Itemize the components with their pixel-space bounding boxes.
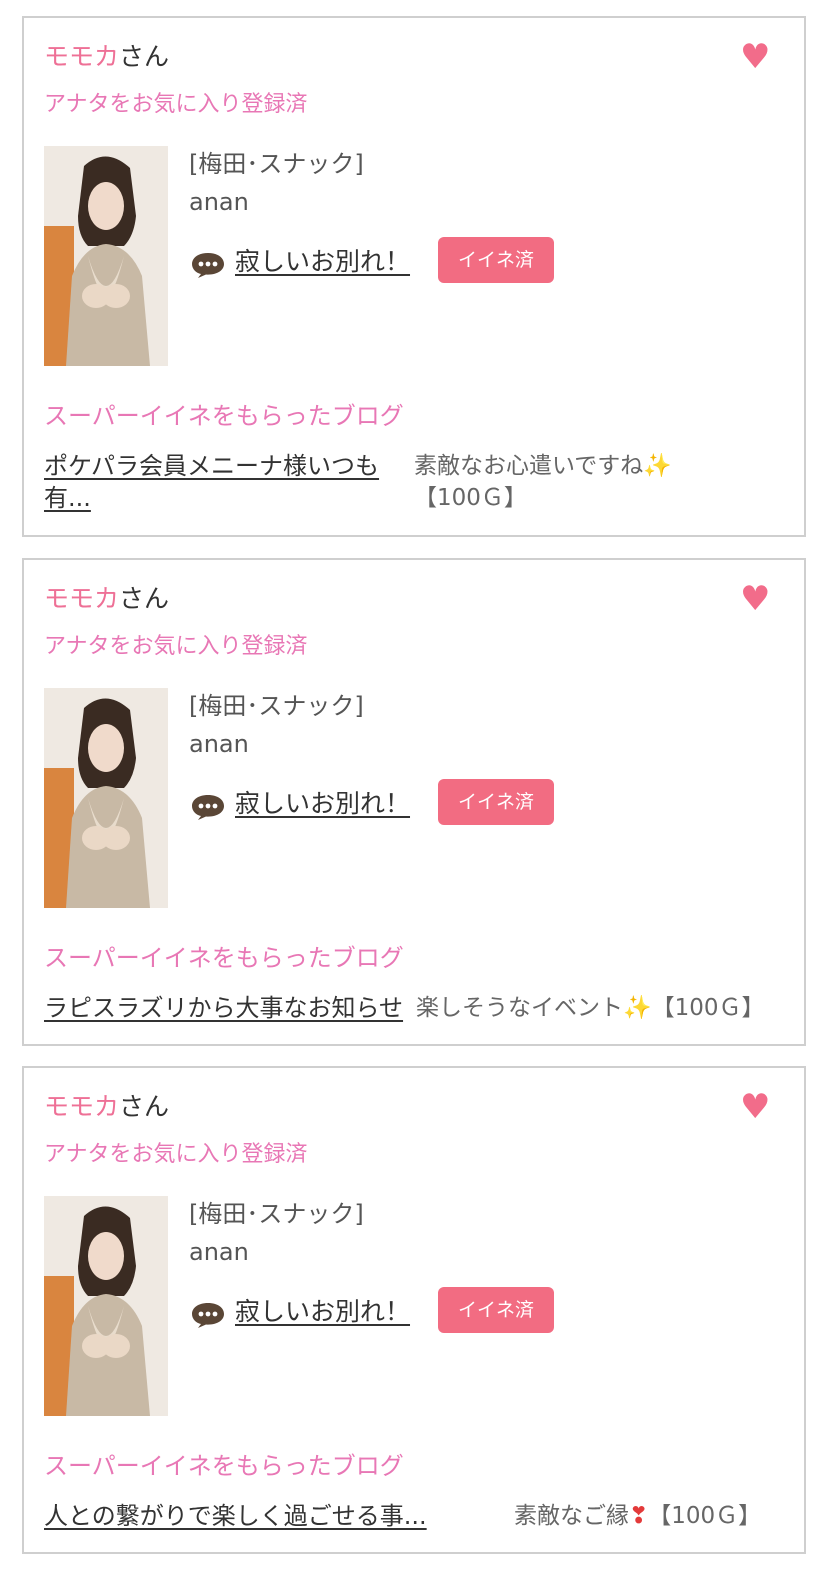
received-blog-link[interactable]: ポケパラ会員メニーナ様いつも有...: [44, 450, 394, 514]
super-like-comment: 楽しそうなイベント✨【100Ｇ】: [416, 992, 765, 1024]
blog-title-link[interactable]: 寂しいお別れ！: [235, 1295, 410, 1329]
cast-name: anan: [189, 188, 249, 216]
card-header: モモカさん: [44, 40, 169, 74]
sparkles-icon: ✨: [643, 453, 672, 479]
user-name-link[interactable]: モモカ: [44, 42, 119, 71]
favorite-status: アナタをお気に入り登録済: [44, 92, 308, 117]
cast-photo[interactable]: [44, 146, 168, 366]
speech-bubble-icon: [192, 795, 224, 820]
comment-points: 【100Ｇ】: [414, 485, 527, 511]
heart-icon[interactable]: ♥: [740, 1090, 770, 1124]
heart-icon[interactable]: ♥: [740, 40, 770, 74]
cast-name: anan: [189, 730, 249, 758]
comment-text: 素敵なお心遣いですね: [414, 453, 644, 479]
shop-label: [梅田･スナック]: [189, 1200, 364, 1228]
liked-button[interactable]: イイネ済: [438, 237, 554, 283]
comment-points: 【100Ｇ】: [651, 995, 765, 1021]
card-header: モモカさん: [44, 582, 169, 616]
user-name-link[interactable]: モモカ: [44, 1092, 119, 1121]
comment-text: 素敵なご縁: [514, 1503, 629, 1529]
super-like-comment: 素敵なご縁❣【100Ｇ】: [514, 1500, 761, 1532]
user-name-link[interactable]: モモカ: [44, 584, 119, 613]
blog-title-link[interactable]: 寂しいお別れ！: [235, 787, 410, 821]
cast-name: anan: [189, 1238, 249, 1266]
notification-card: モモカさん ♥ アナタをお気に入り登録済 [梅田･スナック] anan 寂しいお…: [22, 1066, 806, 1554]
notification-card: モモカさん ♥ アナタをお気に入り登録済 [梅田･スナック] anan 寂しいお…: [22, 558, 806, 1046]
heart-icon[interactable]: ♥: [740, 582, 770, 616]
card-header: モモカさん: [44, 1090, 169, 1124]
cast-photo-image: [44, 1196, 168, 1416]
shop-label: [梅田･スナック]: [189, 150, 364, 178]
cast-photo[interactable]: [44, 1196, 168, 1416]
favorite-status: アナタをお気に入り登録済: [44, 1142, 308, 1167]
cast-photo[interactable]: [44, 688, 168, 908]
liked-button[interactable]: イイネ済: [438, 1287, 554, 1333]
honorific: さん: [119, 1092, 170, 1121]
shop-label: [梅田･スナック]: [189, 692, 364, 720]
liked-button[interactable]: イイネ済: [438, 779, 554, 825]
super-like-label: スーパーイイネをもらったブログ: [44, 944, 404, 972]
received-blog-link[interactable]: 人との繋がりで楽しく過ごせる事...: [44, 1500, 427, 1532]
blog-title-link[interactable]: 寂しいお別れ！: [235, 245, 410, 279]
comment-points: 【100Ｇ】: [648, 1503, 762, 1529]
honorific: さん: [119, 584, 170, 613]
sparkles-icon: ✨: [623, 995, 652, 1021]
cast-photo-image: [44, 688, 168, 908]
heart-exclamation-icon: ❣: [629, 1503, 649, 1529]
cast-photo-image: [44, 146, 168, 366]
honorific: さん: [119, 42, 170, 71]
favorite-status: アナタをお気に入り登録済: [44, 634, 308, 659]
received-blog-link[interactable]: ラピスラズリから大事なお知らせ: [44, 992, 403, 1024]
speech-bubble-icon: [192, 1303, 224, 1328]
speech-bubble-icon: [192, 253, 224, 278]
notification-card: モモカさん ♥ アナタをお気に入り登録済 [梅田･スナック] anan 寂しいお…: [22, 16, 806, 537]
super-like-label: スーパーイイネをもらったブログ: [44, 402, 404, 430]
comment-text: 楽しそうなイベント: [416, 995, 623, 1021]
super-like-comment: 素敵なお心遣いですね✨ 【100Ｇ】: [414, 450, 774, 514]
super-like-label: スーパーイイネをもらったブログ: [44, 1452, 404, 1480]
